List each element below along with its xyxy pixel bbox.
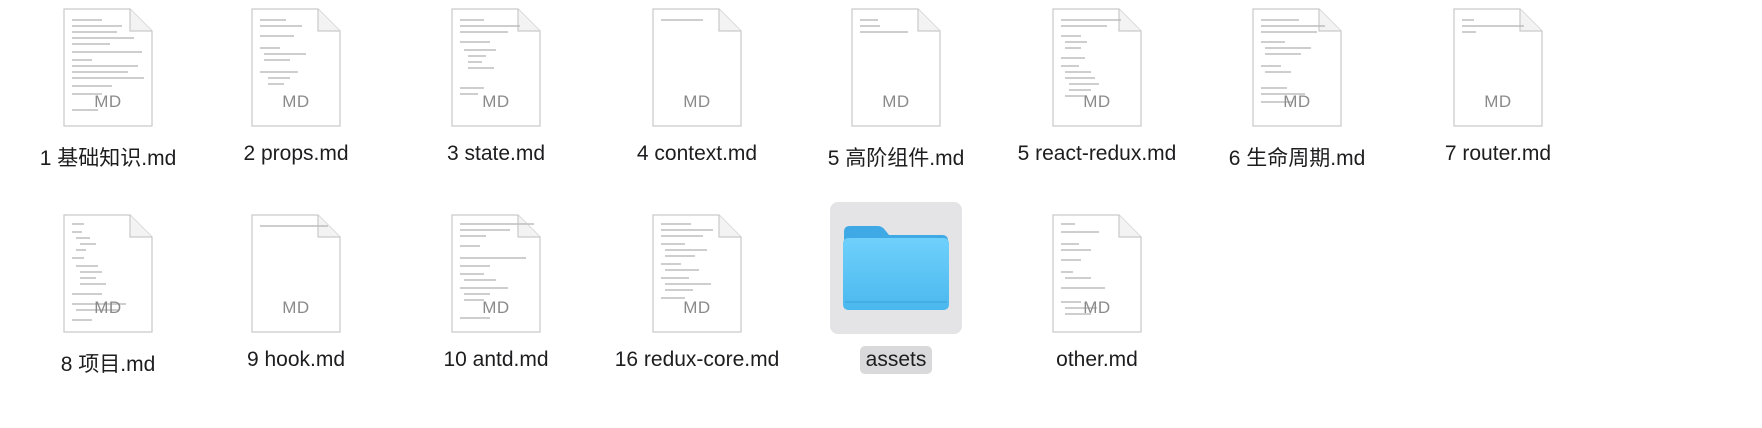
file-type-badge: MD (1083, 298, 1111, 317)
file-name[interactable]: other.md (967, 346, 1227, 374)
file-item[interactable]: MD 4 context.md (597, 0, 797, 206)
file-name[interactable]: 7 router.md (1368, 140, 1628, 168)
file-item[interactable]: MD 16 redux-core.md (597, 206, 797, 412)
markdown-document-icon: MD (1251, 8, 1343, 128)
icon-frame: MD (631, 0, 763, 132)
selection-highlight (830, 202, 962, 334)
icon-frame: MD (230, 0, 362, 132)
file-item[interactable]: MD 7 router.md (1398, 0, 1598, 206)
file-type-badge: MD (282, 92, 310, 111)
file-grid: MD 1 基础知识.md MD 2 props.md MD 3 state.md… (0, 0, 1762, 428)
file-type-badge: MD (94, 92, 122, 111)
file-type-badge: MD (482, 298, 510, 317)
markdown-document-icon: MD (850, 8, 942, 128)
markdown-document-icon: MD (250, 214, 342, 334)
file-item[interactable]: MD other.md (997, 206, 1197, 412)
icon-frame: MD (230, 206, 362, 338)
markdown-document-icon: MD (1051, 214, 1143, 334)
file-item[interactable]: MD 10 antd.md (396, 206, 596, 412)
icon-frame: MD (430, 0, 562, 132)
file-type-badge: MD (1083, 92, 1111, 111)
file-type-badge: MD (683, 92, 711, 111)
file-type-badge: MD (1283, 92, 1311, 111)
file-type-badge: MD (482, 92, 510, 111)
file-item[interactable]: MD 5 高阶组件.md (796, 0, 996, 206)
markdown-document-icon: MD (1051, 8, 1143, 128)
markdown-document-icon: MD (62, 8, 154, 128)
file-item[interactable]: MD 2 props.md (196, 0, 396, 206)
folder-item[interactable]: assets (796, 202, 996, 412)
file-type-badge: MD (683, 298, 711, 317)
markdown-document-icon: MD (62, 214, 154, 334)
markdown-document-icon: MD (250, 8, 342, 128)
file-type-badge: MD (282, 298, 310, 317)
file-item[interactable]: MD 5 react-redux.md (997, 0, 1197, 206)
icon-frame: MD (430, 206, 562, 338)
file-item[interactable]: MD 6 生命周期.md (1197, 0, 1397, 206)
file-type-badge: MD (882, 92, 910, 111)
file-type-badge: MD (1484, 92, 1512, 111)
markdown-document-icon: MD (651, 214, 743, 334)
markdown-document-icon: MD (1452, 8, 1544, 128)
icon-frame: MD (1231, 0, 1363, 132)
icon-frame: MD (42, 206, 174, 338)
markdown-document-icon: MD (450, 214, 542, 334)
icon-frame: MD (1031, 0, 1163, 132)
file-type-badge: MD (94, 298, 122, 317)
icon-frame: MD (1432, 0, 1564, 132)
file-item[interactable]: MD 3 state.md (396, 0, 596, 206)
markdown-document-icon: MD (450, 8, 542, 128)
icon-frame: MD (830, 0, 962, 132)
markdown-document-icon: MD (651, 8, 743, 128)
icon-frame: MD (631, 206, 763, 338)
file-item[interactable]: MD 8 项目.md (8, 206, 208, 412)
folder-icon (840, 224, 952, 314)
icon-frame: MD (1031, 206, 1163, 338)
file-item[interactable]: MD 1 基础知识.md (8, 0, 208, 206)
icon-frame: MD (42, 0, 174, 132)
file-item[interactable]: MD 9 hook.md (196, 206, 396, 412)
